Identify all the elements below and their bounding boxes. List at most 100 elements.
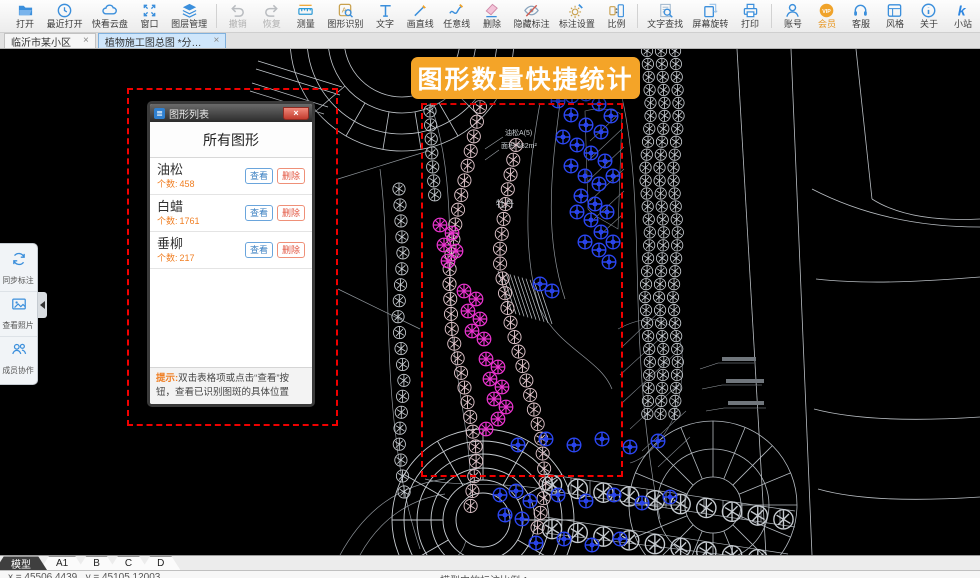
toolbar-item-label: 最近打开 (47, 19, 83, 30)
layout-tab-B[interactable]: B (77, 556, 116, 570)
side-button-people[interactable]: 成员协作 (0, 336, 37, 381)
ksite-icon: k (954, 2, 971, 19)
count-label: 个数: (157, 216, 178, 226)
toolbar-item-cloud[interactable]: 快看云盘 (87, 0, 132, 32)
toolbar-separator (771, 4, 772, 28)
undo-icon (229, 2, 246, 19)
toolbar-item-layers[interactable]: 图层管理 (167, 0, 212, 32)
toolbar-item-label: 删除 (483, 19, 501, 30)
toolbar-item-vip[interactable]: VIP会员 (810, 0, 844, 32)
toolbar-item-label: 文字查找 (647, 19, 683, 30)
toolbar-item-screen-rotate[interactable]: 屏幕旋转 (688, 0, 733, 32)
toolbar-item-hide-annotation[interactable]: 隐藏标注 (509, 0, 554, 32)
toolbar-item-label: 标注设置 (559, 19, 595, 30)
toolbar-item-account[interactable]: 账号 (776, 0, 810, 32)
cloud-icon (101, 2, 118, 19)
cad-canvas[interactable]: 油松A(5)面积:682m²牡丹 图形数量快捷统计 ≣ 图形列表 × 所有图形 … (0, 49, 980, 555)
toolbar-item-annotation-settings[interactable]: 标注设置 (554, 0, 599, 32)
draw-line-icon (412, 2, 429, 19)
tab-label: 植物施工图总图 *分… (105, 34, 202, 49)
toolbar-item-window[interactable]: 窗口 (133, 0, 167, 32)
about-icon (920, 2, 937, 19)
plan-label: 面积:682m² (501, 141, 537, 150)
side-button-label: 成员协作 (3, 364, 34, 375)
promo-banner: 图形数量快捷统计 (411, 57, 640, 99)
layout-tab-A1[interactable]: A1 (40, 556, 84, 570)
close-icon[interactable]: × (214, 36, 220, 46)
list-item[interactable]: 白蜡 个数:1761 查看 删除 (150, 195, 312, 232)
layout-tab-C[interactable]: C (109, 556, 148, 570)
toolbar-item-style[interactable]: 风格 (878, 0, 912, 32)
tab-label: 临沂市某小区 (11, 34, 71, 49)
toolbar-item-find-text[interactable]: 文字查找 (642, 0, 687, 32)
close-button[interactable]: × (283, 107, 309, 120)
clock-icon (56, 2, 73, 19)
graphic-name: 白蜡 (157, 199, 241, 215)
toolbar-item-ksite[interactable]: k小站 (946, 0, 980, 32)
toolbar-item-label: 比例 (607, 19, 625, 30)
people-icon (11, 341, 27, 362)
toolbar-item-label: 图形识别 (327, 19, 363, 30)
toolbar-item-label: 屏幕旋转 (692, 19, 728, 30)
toolbar-item-measure[interactable]: 测量 (289, 0, 323, 32)
toolbar-item-label: 快看云盘 (92, 19, 128, 30)
layout-tab-D[interactable]: D (141, 556, 180, 570)
document-tabbar: 临沂市某小区 × 植物施工图总图 *分… × (0, 33, 980, 49)
toolbar-item-text[interactable]: 文字 (368, 0, 402, 32)
toolbar-item-undo[interactable]: 撤销 (221, 0, 255, 32)
dialog-hint: 提示:双击表格项或点击“查看”按钮，查看已识别图斑的具体位置 (150, 367, 312, 404)
toolbar-item-clock[interactable]: 最近打开 (42, 0, 87, 32)
dialog-titlebar[interactable]: ≣ 图形列表 × (150, 104, 312, 122)
dialog-app-icon: ≣ (154, 108, 165, 119)
toolbar-item-label: 小站 (954, 19, 972, 30)
toolbar-item-label: 画直线 (407, 19, 434, 30)
side-button-sync[interactable]: 同步标注 (0, 247, 37, 291)
side-button-photo[interactable]: 查看照片 (0, 291, 37, 336)
toolbar-item-about[interactable]: 关于 (912, 0, 946, 32)
tab-document-1[interactable]: 临沂市某小区 × (4, 33, 96, 48)
delete-button[interactable]: 删除 (277, 168, 305, 184)
toolbar-item-label: 恢复 (263, 19, 281, 30)
folder-open-icon (17, 2, 34, 19)
view-button[interactable]: 查看 (245, 242, 273, 258)
measure-icon (297, 2, 314, 19)
graphic-name: 油松 (157, 162, 241, 178)
toolbar-item-scale[interactable]: 比例 (599, 0, 633, 32)
toolbar-item-print[interactable]: 打印 (733, 0, 767, 32)
toolbar-item-free-line[interactable]: 任意线 (439, 0, 475, 32)
toolbar-item-headset[interactable]: 客服 (844, 0, 878, 32)
dialog-header: 所有图形 (150, 122, 312, 158)
list-item[interactable]: 油松 个数:458 查看 删除 (150, 158, 312, 195)
toolbar-item-folder-open[interactable]: 打开 (8, 0, 42, 32)
list-item[interactable]: 垂柳 个数:217 查看 删除 (150, 232, 312, 269)
toolbar-item-label: 测量 (297, 19, 315, 30)
tab-document-2[interactable]: 植物施工图总图 *分… × (98, 33, 227, 48)
photo-icon (11, 296, 27, 317)
toolbar-item-draw-line[interactable]: 画直线 (402, 0, 438, 32)
toolbar-item-label: 图层管理 (171, 19, 207, 30)
toolbar-item-label: 关于 (920, 19, 938, 30)
view-button[interactable]: 查看 (245, 168, 273, 184)
headset-icon (852, 2, 869, 19)
sync-icon (11, 251, 27, 272)
toolbar-item-redo[interactable]: 恢复 (255, 0, 289, 32)
graphic-name: 垂柳 (157, 236, 241, 252)
layout-tab-模型[interactable]: 模型 (0, 556, 47, 570)
road-lines (737, 49, 980, 555)
layout-tabbar: 模型A1BCD (0, 555, 980, 570)
collapse-panel-button[interactable] (38, 292, 47, 318)
toolbar-item-label: 任意线 (443, 19, 470, 30)
toolbar-separator (216, 4, 217, 28)
toolbar-item-recognize[interactable]: A图形识别 (323, 0, 368, 32)
dialog-title: 图形列表 (169, 106, 283, 121)
view-button[interactable]: 查看 (245, 205, 273, 221)
plan-label: 油松A(5) (505, 128, 532, 137)
toolbar-item-label: 打开 (16, 19, 34, 30)
delete-button[interactable]: 删除 (277, 242, 305, 258)
count-value: 217 (180, 253, 195, 263)
toolbar-item-label: 撤销 (229, 19, 247, 30)
delete-button[interactable]: 删除 (277, 205, 305, 221)
close-icon[interactable]: × (83, 36, 89, 46)
vip-icon: VIP (818, 2, 835, 19)
toolbar-item-eraser[interactable]: 删除 (475, 0, 509, 32)
